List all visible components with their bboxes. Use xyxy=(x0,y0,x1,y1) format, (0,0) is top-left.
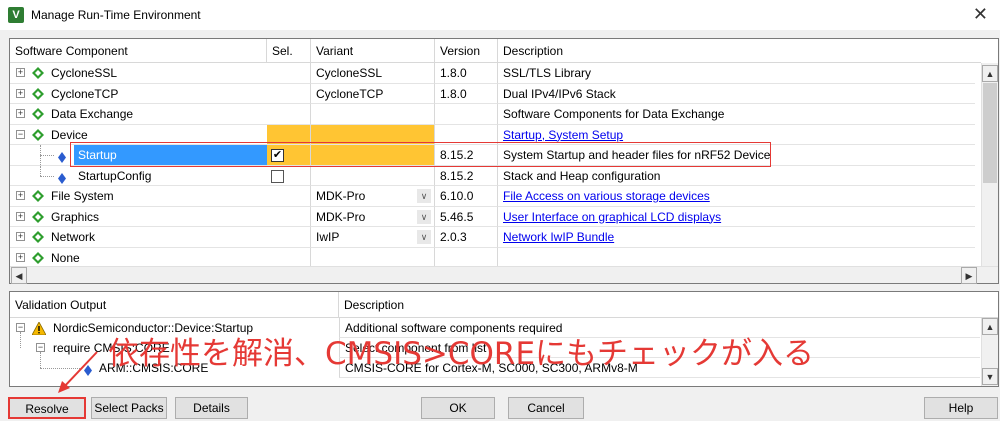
annotation-text: 依存性を解消、CMSIS>COREにもチェックが入る xyxy=(108,336,815,372)
